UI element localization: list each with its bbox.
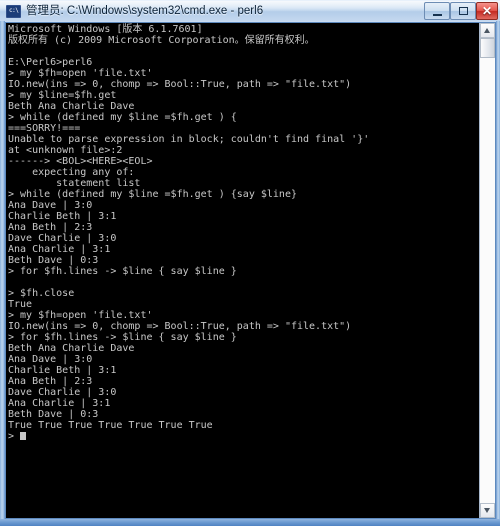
maximize-icon — [459, 7, 468, 15]
console-line: statement list — [8, 178, 141, 189]
console-line: > for $fh.lines -> $line { say $line } — [8, 332, 237, 343]
cmd-window: c:\ 管理员: C:\Windows\system32\cmd.exe - p… — [0, 0, 500, 526]
console-line: Dave Charlie | 3:0 — [8, 233, 117, 244]
console-line: Beth Dave | 0:3 — [8, 409, 99, 420]
console-line: > for $fh.lines -> $line { say $line } — [8, 266, 237, 277]
console-line: > my $fh=open 'file.txt' — [8, 68, 153, 79]
console-line: Dave Charlie | 3:0 — [8, 387, 117, 398]
console-output[interactable]: Microsoft Windows [版本 6.1.7601] 版权所有 (c) … — [6, 23, 479, 518]
console-line: True True True True True True True — [8, 420, 213, 431]
console-line: ------> <BOL><HERE><EOL> — [8, 156, 153, 167]
console-line: ===SORRY!=== — [8, 123, 81, 134]
console-line: Ana Dave | 3:0 — [8, 200, 93, 211]
console-line: Ana Charlie | 3:1 — [8, 244, 111, 255]
console-line: > while (defined my $line =$fh.get ) { — [8, 112, 237, 123]
console-line: > my $line=$fh.get — [8, 90, 117, 101]
maximize-button[interactable] — [450, 2, 476, 20]
console-line: Ana Beth | 2:3 — [8, 222, 93, 233]
console-line: Ana Dave | 3:0 — [8, 354, 93, 365]
triangle-up-icon — [484, 28, 490, 33]
cmd-console-icon-glyph: c:\ — [9, 7, 19, 14]
title-bar[interactable]: c:\ 管理员: C:\Windows\system32\cmd.exe - p… — [0, 0, 500, 21]
scroll-down-arrow-icon[interactable] — [480, 503, 495, 518]
console-line: 版权所有 (c) 2009 Microsoft Corporation。保留所有… — [8, 35, 315, 46]
console-line: at <unknown file>:2 — [8, 145, 123, 156]
console-line: Ana Charlie | 3:1 — [8, 398, 111, 409]
console-scrollbar[interactable] — [479, 23, 495, 518]
console-line: > $fh.close — [8, 288, 75, 299]
window-border-right — [496, 21, 500, 526]
window-title: 管理员: C:\Windows\system32\cmd.exe - perl6 — [26, 5, 264, 17]
console-line: Beth Ana Charlie Dave — [8, 343, 135, 354]
console-line: Unable to parse expression in block; cou… — [8, 134, 370, 145]
console-line: Charlie Beth | 3:1 — [8, 211, 117, 222]
text-cursor — [20, 432, 27, 440]
console-line: True — [8, 299, 33, 310]
scrollbar-track[interactable] — [480, 58, 495, 503]
console-prompt-line[interactable]: > — [8, 431, 479, 442]
window-border-bottom — [0, 519, 500, 526]
console-line: IO.new(ins => 0, chomp => Bool::True, pa… — [8, 79, 352, 90]
triangle-down-icon — [484, 508, 490, 513]
console-line: Microsoft Windows [版本 6.1.7601] — [8, 24, 203, 35]
console-line: > my $fh=open 'file.txt' — [8, 310, 153, 321]
prompt-symbol: > — [8, 431, 15, 442]
console-line: Beth Dave | 0:3 — [8, 255, 99, 266]
console-line: E:\Perl6>perl6 — [8, 57, 93, 68]
console-line: Beth Ana Charlie Dave — [8, 101, 135, 112]
close-icon: ✕ — [481, 4, 493, 18]
console-line: Ana Beth | 2:3 — [8, 376, 93, 387]
console-line: > while (defined my $line =$fh.get ) {sa… — [8, 189, 297, 200]
scroll-up-arrow-icon[interactable] — [480, 23, 495, 38]
console-line: Charlie Beth | 3:1 — [8, 365, 117, 376]
minimize-button[interactable] — [424, 2, 450, 20]
close-button[interactable]: ✕ — [476, 2, 498, 20]
cmd-console-icon: c:\ — [6, 5, 21, 18]
scrollbar-thumb[interactable] — [480, 38, 495, 58]
console-line: expecting any of: — [8, 167, 135, 178]
minimize-icon — [433, 14, 442, 16]
console-line: IO.new(ins => 0, chomp => Bool::True, pa… — [8, 321, 352, 332]
console-client-area: Microsoft Windows [版本 6.1.7601] 版权所有 (c) … — [5, 22, 496, 519]
